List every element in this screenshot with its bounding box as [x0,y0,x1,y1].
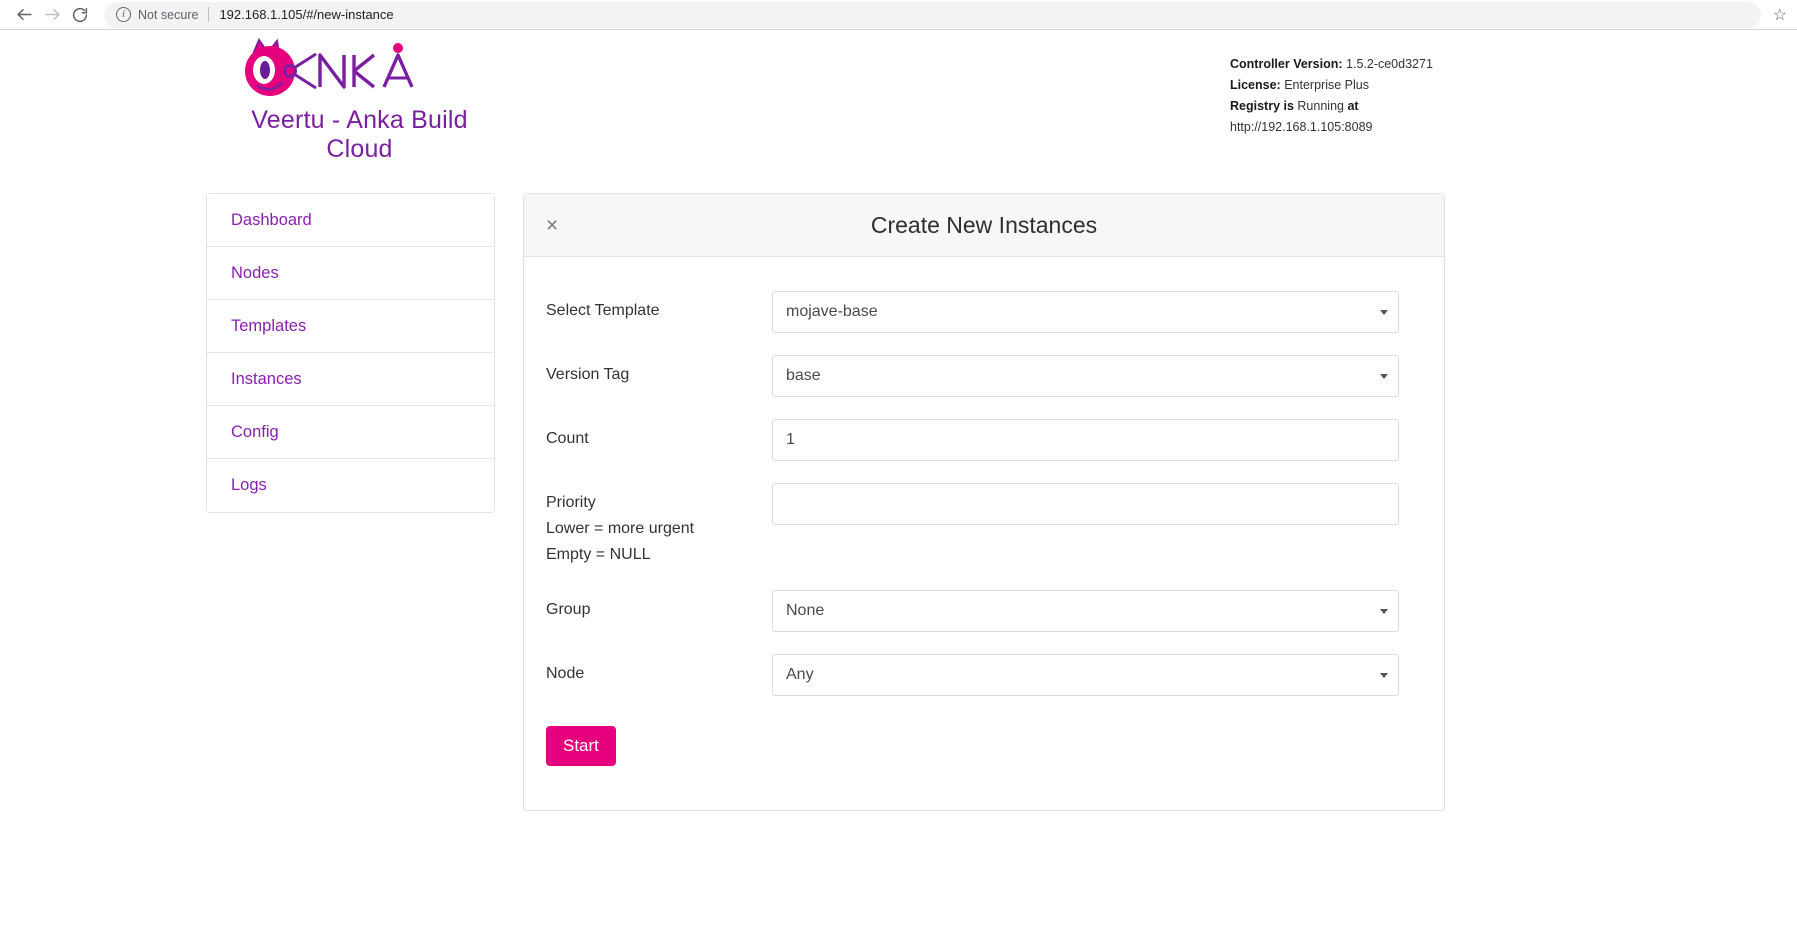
sidebar-item-config[interactable]: Config [207,406,494,459]
group-dropdown[interactable]: None [772,590,1399,632]
registry-line: Registry is Running at [1230,96,1560,117]
info-icon[interactable]: i [116,7,131,22]
registry-at-label: at [1347,99,1358,113]
priority-hint-line-1: Lower = more urgent [546,516,772,542]
count-label: Count [546,419,772,452]
priority-label: Priority Lower = more urgent Empty = NUL… [546,483,772,568]
sidebar-item-instances[interactable]: Instances [207,353,494,406]
create-instances-panel: × Create New Instances Select Template m… [523,193,1445,811]
reload-button[interactable] [66,1,94,29]
sidebar-item-label: Config [231,423,279,442]
back-button[interactable] [10,1,38,29]
start-button[interactable]: Start [546,726,616,766]
panel-header: × Create New Instances [524,194,1444,257]
close-icon[interactable]: × [546,215,558,236]
page-content: Veertu - Anka Build Cloud Controller Ver… [0,30,1797,929]
address-bar[interactable]: i Not secure 192.168.1.105/#/new-instanc… [104,2,1761,28]
omnibox-divider [208,7,209,22]
field-row-count: Count 1 [546,419,1422,461]
url-text: 192.168.1.105/#/new-instance [219,7,393,22]
priority-label-title: Priority [546,490,772,516]
sidebar-item-templates[interactable]: Templates [207,300,494,353]
sidebar-item-label: Templates [231,317,306,336]
field-row-node: Node Any [546,654,1422,696]
sidebar-nav: Dashboard Nodes Templates Instances Conf… [206,193,495,513]
controller-version-line: Controller Version: 1.5.2-ce0d3271 [1230,54,1560,75]
forward-button[interactable] [38,1,66,29]
registry-label: Registry is [1230,99,1294,113]
forward-arrow-icon [43,5,62,24]
sidebar-item-label: Logs [231,476,267,495]
sidebar-item-label: Instances [231,370,302,389]
count-input[interactable]: 1 [772,419,1399,461]
priority-hint-line-2: Empty = NULL [546,542,772,568]
browser-toolbar: i Not secure 192.168.1.105/#/new-instanc… [0,0,1797,30]
license-label: License: [1230,78,1281,92]
submit-row: Start [546,726,1422,766]
brand-title: Veertu - Anka Build Cloud [232,106,487,164]
reload-icon [71,6,89,24]
node-dropdown[interactable]: Any [772,654,1399,696]
brand-block: Veertu - Anka Build Cloud [232,38,652,164]
select-template-label: Select Template [546,291,772,324]
sidebar-item-dashboard[interactable]: Dashboard [207,194,494,247]
sidebar-item-logs[interactable]: Logs [207,459,494,512]
priority-input[interactable] [772,483,1399,525]
field-row-template: Select Template mojave-base [546,291,1422,333]
sidebar-item-label: Dashboard [231,211,312,230]
registry-url: http://192.168.1.105:8089 [1230,117,1560,138]
sidebar-item-nodes[interactable]: Nodes [207,247,494,300]
registry-status: Running [1297,99,1344,113]
version-tag-dropdown[interactable]: base [772,355,1399,397]
anka-logo-icon [232,38,502,100]
version-tag-label: Version Tag [546,355,772,388]
security-status: Not secure [138,8,198,22]
bookmark-star-icon[interactable]: ☆ [1773,5,1787,25]
select-template-dropdown[interactable]: mojave-base [772,291,1399,333]
controller-meta: Controller Version: 1.5.2-ce0d3271 Licen… [1230,54,1560,138]
back-arrow-icon [15,5,34,24]
field-row-group: Group None [546,590,1422,632]
license-value: Enterprise Plus [1284,78,1369,92]
license-line: License: Enterprise Plus [1230,75,1560,96]
sidebar-item-label: Nodes [231,264,279,283]
controller-version-value: 1.5.2-ce0d3271 [1346,57,1433,71]
field-row-priority: Priority Lower = more urgent Empty = NUL… [546,483,1422,568]
anka-logo [232,38,652,100]
panel-body: Select Template mojave-base Version Tag … [524,257,1444,810]
field-row-version-tag: Version Tag base [546,355,1422,397]
controller-version-label: Controller Version: [1230,57,1343,71]
group-label: Group [546,590,772,623]
node-label: Node [546,654,772,687]
page-title: Create New Instances [524,212,1444,239]
